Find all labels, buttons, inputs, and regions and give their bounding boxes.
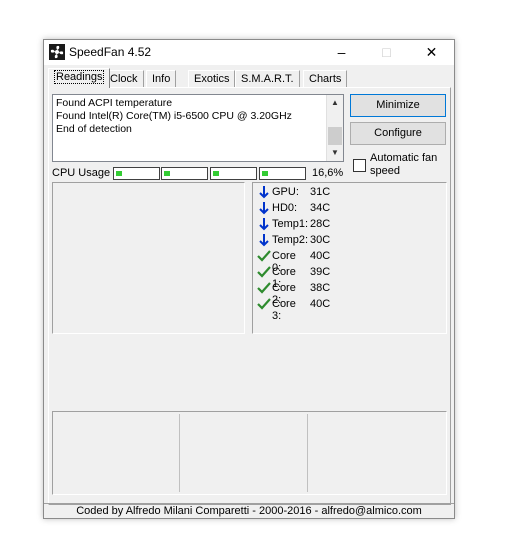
cpu-core-meter	[113, 167, 160, 180]
tab-smart[interactable]: S.M.A.R.T.	[235, 70, 300, 87]
down-arrow-icon	[259, 218, 269, 231]
status-bar: Coded by Alfredo Milani Comparetti - 200…	[44, 503, 454, 519]
cpu-usage-percent: 16,6%	[312, 167, 344, 179]
sensor-name: Temp2:	[272, 234, 309, 246]
speedfan-window: SpeedFan 4.52 – □ ✕ Readings Clock Info …	[43, 39, 455, 519]
down-arrow-icon	[259, 234, 269, 247]
sensor-value: 31C	[310, 186, 331, 198]
cpu-led	[213, 171, 219, 176]
window-title: SpeedFan 4.52	[69, 45, 152, 59]
title-bar[interactable]: SpeedFan 4.52 – □ ✕	[44, 40, 454, 65]
tab-readings-label: Readings	[54, 70, 105, 84]
tab-info[interactable]: Info	[146, 70, 177, 87]
sensor-name: HD0:	[272, 202, 298, 214]
minimize-button[interactable]: Minimize	[350, 94, 446, 117]
scroll-up-icon[interactable]: ▲	[327, 96, 343, 110]
check-icon	[257, 282, 271, 294]
sensor-value: 34C	[310, 202, 331, 214]
sensor-value: 39C	[310, 266, 331, 278]
cpu-core-meter	[259, 167, 306, 180]
voltages-box	[52, 411, 447, 495]
copyright-text: Coded by Alfredo Milani Comparetti - 200…	[76, 505, 422, 517]
sensor-value: 40C	[310, 250, 331, 262]
down-arrow-icon	[259, 186, 269, 199]
configure-button[interactable]: Configure	[350, 122, 446, 145]
log-line: End of detection	[56, 123, 132, 135]
cpu-core-meter	[210, 167, 257, 180]
fan-speeds-box	[52, 182, 245, 334]
down-arrow-icon	[259, 202, 269, 215]
log-line: Found Intel(R) Core(TM) i5-6500 CPU @ 3.…	[56, 110, 292, 122]
column-divider	[179, 414, 180, 492]
sensor-name: GPU:	[272, 186, 299, 198]
detection-log[interactable]: Found ACPI temperature Found Intel(R) Co…	[52, 94, 344, 162]
log-scrollbar[interactable]: ▲ ▼	[326, 95, 343, 161]
sensor-name: Core 3:	[272, 298, 296, 322]
sensor-name: Temp1:	[272, 218, 309, 230]
cpu-led	[262, 171, 268, 176]
log-line: Found ACPI temperature	[56, 97, 173, 109]
cpu-usage-label: CPU Usage	[52, 167, 111, 179]
automatic-fan-speed-label: Automatic fan speed	[370, 152, 438, 177]
automatic-fan-speed-checkbox[interactable]	[353, 159, 366, 172]
tab-exotics[interactable]: Exotics	[188, 70, 236, 87]
check-icon	[257, 250, 271, 262]
tab-bar: Readings Clock Info Exotics S.M.A.R.T. C…	[48, 68, 448, 88]
check-icon	[257, 298, 271, 310]
fan-app-icon	[49, 44, 65, 60]
column-divider	[307, 414, 308, 492]
sensor-value: 30C	[310, 234, 331, 246]
sensor-value: 40C	[310, 298, 331, 310]
maximize-window-button[interactable]: □	[364, 40, 409, 65]
cpu-core-meter	[161, 167, 208, 180]
scroll-down-icon[interactable]: ▼	[327, 146, 343, 160]
minimize-window-button[interactable]: –	[319, 40, 364, 65]
scroll-thumb[interactable]	[328, 127, 342, 145]
cpu-led	[116, 171, 122, 176]
sensor-value: 38C	[310, 282, 331, 294]
sensor-value: 28C	[310, 218, 331, 230]
close-window-button[interactable]: ✕	[409, 40, 454, 65]
check-icon	[257, 266, 271, 278]
tab-readings[interactable]: Readings	[48, 68, 111, 88]
cpu-led	[164, 171, 170, 176]
tab-charts[interactable]: Charts	[303, 70, 348, 87]
